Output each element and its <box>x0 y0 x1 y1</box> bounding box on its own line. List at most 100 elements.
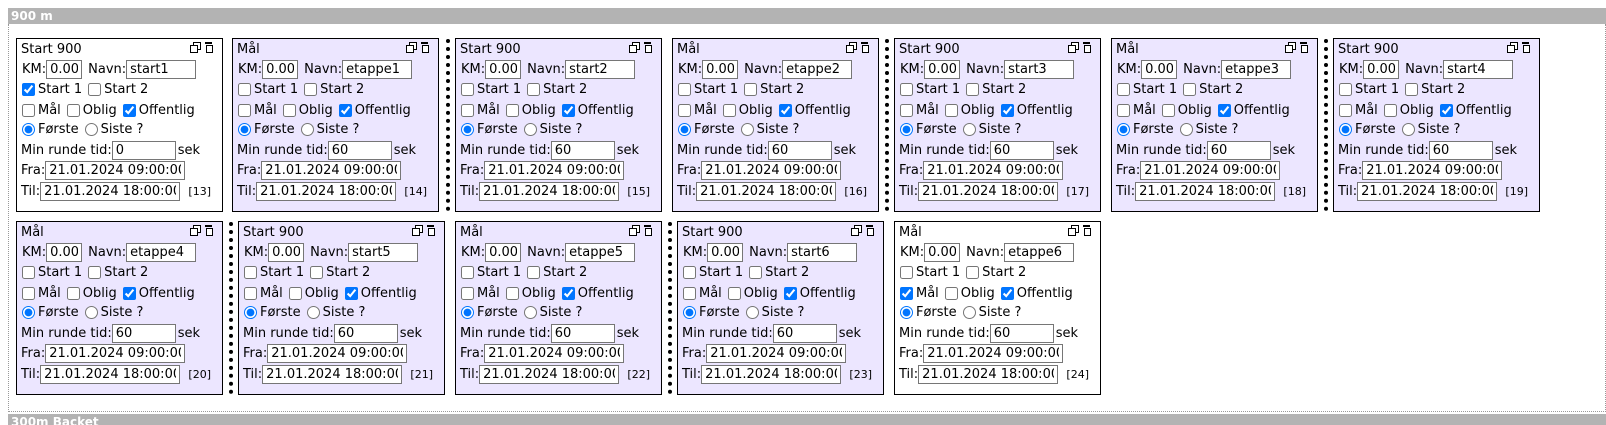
offentlig-option[interactable]: Offentlig <box>561 284 634 303</box>
siste-option[interactable]: Siste ? <box>962 120 1021 139</box>
delete-icon[interactable] <box>1082 42 1092 53</box>
forste-radio[interactable] <box>461 123 474 136</box>
forste-radio[interactable] <box>900 123 913 136</box>
to-input[interactable] <box>256 182 397 201</box>
forste-radio[interactable] <box>678 123 691 136</box>
delete-icon[interactable] <box>1521 42 1531 53</box>
start1-option[interactable]: Start 1 <box>22 80 82 99</box>
km-input[interactable] <box>924 60 961 79</box>
min-round-input[interactable] <box>550 324 615 343</box>
km-input[interactable] <box>268 243 305 262</box>
from-input[interactable] <box>706 344 847 363</box>
oblig-option[interactable]: Oblig <box>505 101 556 120</box>
mal-checkbox[interactable] <box>22 104 35 117</box>
start1-option[interactable]: Start 1 <box>244 263 304 282</box>
oblig-option[interactable]: Oblig <box>282 101 333 120</box>
offentlig-checkbox[interactable] <box>1217 104 1231 117</box>
offentlig-checkbox[interactable] <box>561 287 575 300</box>
siste-option[interactable]: Siste ? <box>300 120 359 139</box>
forste-option[interactable]: Første <box>244 303 301 322</box>
mal-option[interactable]: Mål <box>244 284 283 303</box>
start2-checkbox[interactable] <box>527 83 541 96</box>
to-input[interactable] <box>918 365 1059 384</box>
copy-icon[interactable] <box>406 42 417 53</box>
forste-option[interactable]: Første <box>461 303 518 322</box>
siste-radio[interactable] <box>84 306 98 319</box>
start2-checkbox[interactable] <box>527 266 541 279</box>
to-input[interactable] <box>40 182 181 201</box>
siste-radio[interactable] <box>745 306 759 319</box>
siste-option[interactable]: Siste ? <box>84 303 143 322</box>
start1-checkbox[interactable] <box>244 266 257 279</box>
copy-icon[interactable] <box>1507 42 1518 53</box>
oblig-checkbox[interactable] <box>66 104 80 117</box>
siste-radio[interactable] <box>300 123 314 136</box>
offentlig-option[interactable]: Offentlig <box>1217 101 1290 120</box>
min-round-input[interactable] <box>989 324 1054 343</box>
km-input[interactable] <box>262 60 299 79</box>
to-input[interactable] <box>918 182 1059 201</box>
mal-option[interactable]: Mål <box>1117 101 1156 120</box>
start1-option[interactable]: Start 1 <box>461 80 521 99</box>
min-round-input[interactable] <box>1428 141 1493 160</box>
offentlig-option[interactable]: Offentlig <box>561 101 634 120</box>
copy-icon[interactable] <box>846 42 857 53</box>
delete-icon[interactable] <box>1082 225 1092 236</box>
name-input[interactable] <box>342 60 413 79</box>
mal-checkbox[interactable] <box>461 104 474 117</box>
start2-checkbox[interactable] <box>749 266 763 279</box>
start1-checkbox[interactable] <box>22 266 35 279</box>
forste-option[interactable]: Første <box>1117 120 1174 139</box>
to-input[interactable] <box>40 365 181 384</box>
forste-option[interactable]: Første <box>683 303 740 322</box>
delete-icon[interactable] <box>204 225 214 236</box>
siste-radio[interactable] <box>1179 123 1193 136</box>
forste-radio[interactable] <box>22 123 35 136</box>
oblig-checkbox[interactable] <box>944 104 958 117</box>
start1-option[interactable]: Start 1 <box>683 263 743 282</box>
from-input[interactable] <box>267 344 408 363</box>
oblig-checkbox[interactable] <box>727 287 741 300</box>
name-input[interactable] <box>787 243 858 262</box>
start1-checkbox[interactable] <box>683 266 696 279</box>
offentlig-option[interactable]: Offentlig <box>783 284 856 303</box>
from-input[interactable] <box>701 161 842 180</box>
start2-checkbox[interactable] <box>966 266 980 279</box>
to-input[interactable] <box>479 182 620 201</box>
min-round-input[interactable] <box>550 141 615 160</box>
start2-option[interactable]: Start 2 <box>310 263 370 282</box>
mal-checkbox[interactable] <box>461 287 474 300</box>
start1-checkbox[interactable] <box>461 83 474 96</box>
to-input[interactable] <box>479 365 620 384</box>
copy-icon[interactable] <box>629 225 640 236</box>
name-input[interactable] <box>126 60 197 79</box>
start1-option[interactable]: Start 1 <box>22 263 82 282</box>
forste-radio[interactable] <box>461 306 474 319</box>
siste-radio[interactable] <box>740 123 754 136</box>
offentlig-option[interactable]: Offentlig <box>1000 284 1073 303</box>
oblig-checkbox[interactable] <box>282 104 296 117</box>
start2-checkbox[interactable] <box>744 83 758 96</box>
offentlig-checkbox[interactable] <box>338 104 352 117</box>
from-input[interactable] <box>484 344 625 363</box>
mal-option[interactable]: Mål <box>900 284 939 303</box>
delete-icon[interactable] <box>426 225 436 236</box>
start2-option[interactable]: Start 2 <box>304 80 364 99</box>
offentlig-checkbox[interactable] <box>1000 104 1014 117</box>
to-input[interactable] <box>1357 182 1498 201</box>
mal-checkbox[interactable] <box>678 104 691 117</box>
copy-icon[interactable] <box>1285 42 1296 53</box>
start1-option[interactable]: Start 1 <box>678 80 738 99</box>
siste-radio[interactable] <box>84 123 98 136</box>
oblig-option[interactable]: Oblig <box>66 101 117 120</box>
offentlig-option[interactable]: Offentlig <box>122 284 195 303</box>
forste-option[interactable]: Første <box>900 120 957 139</box>
name-input[interactable] <box>1443 60 1514 79</box>
offentlig-checkbox[interactable] <box>1000 287 1014 300</box>
from-input[interactable] <box>484 161 625 180</box>
from-input[interactable] <box>45 344 186 363</box>
oblig-checkbox[interactable] <box>1383 104 1397 117</box>
offentlig-checkbox[interactable] <box>122 287 136 300</box>
start2-checkbox[interactable] <box>310 266 324 279</box>
forste-radio[interactable] <box>244 306 257 319</box>
